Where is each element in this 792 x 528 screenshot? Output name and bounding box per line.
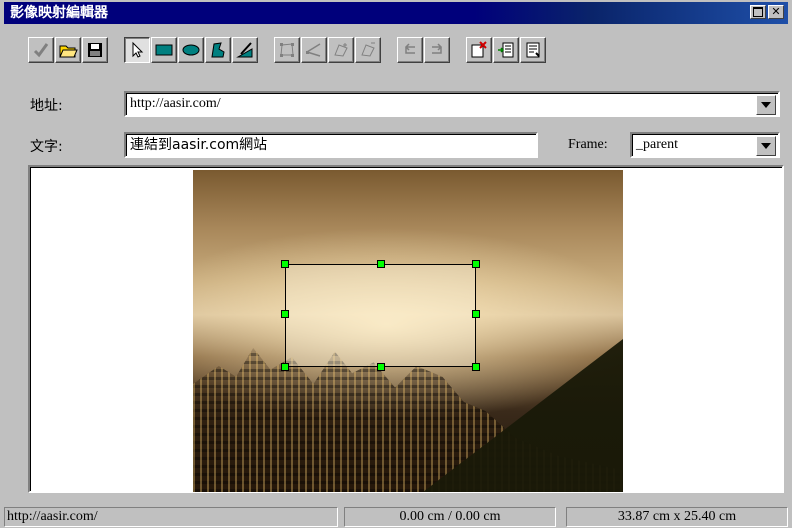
apply-button[interactable]	[28, 37, 54, 63]
window-title: 影像映射編輯器	[10, 5, 108, 21]
open-button[interactable]	[55, 37, 81, 63]
polygon-tool-button[interactable]	[205, 37, 231, 63]
add-point-button[interactable]	[301, 37, 327, 63]
maximize-icon	[753, 7, 763, 17]
delete-area-button[interactable]	[466, 37, 492, 63]
move-point-button[interactable]	[328, 37, 354, 63]
status-size-text: 33.87 cm x 25.40 cm	[617, 509, 737, 524]
chevron-down-icon	[761, 143, 771, 149]
resize-handle-s[interactable]	[377, 363, 385, 371]
close-button[interactable]: ✕	[768, 5, 784, 19]
status-url: http://aasir.com/	[4, 507, 338, 527]
resize-handle-se[interactable]	[472, 363, 480, 371]
close-icon: ✕	[771, 5, 781, 18]
delete-area-icon	[471, 41, 487, 58]
pointer-arrow-icon	[132, 41, 144, 58]
resize-handle-ne[interactable]	[472, 260, 480, 268]
polygon-tool-icon	[211, 42, 225, 58]
status-size: 33.87 cm x 25.40 cm	[566, 507, 788, 527]
move-point-icon	[334, 43, 348, 57]
draw-tool-button[interactable]	[232, 37, 258, 63]
ellipse-tool-icon	[182, 44, 200, 56]
rectangle-tool-button[interactable]	[151, 37, 177, 63]
frame-select[interactable]: _parent	[630, 132, 780, 158]
resize-handle-e[interactable]	[472, 310, 480, 318]
resize-handle-w[interactable]	[281, 310, 289, 318]
draw-tool-icon	[236, 42, 253, 58]
rectangle-tool-icon	[155, 44, 173, 56]
undo-button[interactable]	[397, 37, 423, 63]
pointer-tool-button[interactable]	[124, 37, 150, 63]
status-url-text: http://aasir.com/	[7, 509, 98, 524]
resize-handle-nw[interactable]	[281, 260, 289, 268]
add-point-icon	[306, 43, 321, 57]
status-position: 0.00 cm / 0.00 cm	[344, 507, 556, 527]
open-folder-icon	[59, 45, 78, 58]
ellipse-tool-button[interactable]	[178, 37, 204, 63]
select-points-button[interactable]	[274, 37, 300, 63]
address-label: 地址:	[30, 98, 63, 114]
status-position-text: 0.00 cm / 0.00 cm	[399, 509, 501, 524]
chevron-down-icon	[761, 102, 771, 108]
address-value: http://aasir.com/	[130, 96, 221, 111]
delete-point-button[interactable]	[355, 37, 381, 63]
delete-point-icon	[361, 42, 375, 57]
maximize-button[interactable]	[750, 5, 766, 19]
properties-button[interactable]	[493, 37, 519, 63]
frame-label: Frame:	[568, 137, 608, 152]
select-points-icon	[280, 43, 294, 57]
frame-dropdown-button[interactable]	[756, 136, 776, 156]
text-input[interactable]: 連結到aasir.com網站	[124, 132, 538, 158]
selected-hotspot-area[interactable]	[285, 264, 476, 367]
address-dropdown-button[interactable]	[756, 95, 776, 115]
settings-button[interactable]	[520, 37, 546, 63]
properties-icon	[498, 42, 514, 58]
frame-value: _parent	[636, 137, 678, 152]
image-canvas[interactable]	[28, 165, 784, 493]
redo-button[interactable]	[424, 37, 450, 63]
text-label: 文字:	[30, 139, 63, 155]
redo-icon	[432, 43, 443, 54]
address-combobox[interactable]: http://aasir.com/	[124, 91, 780, 117]
save-disk-icon	[88, 43, 102, 57]
undo-icon	[404, 43, 415, 54]
text-value: 連結到aasir.com網站	[130, 137, 268, 153]
settings-icon	[526, 42, 540, 58]
resize-handle-sw[interactable]	[281, 363, 289, 371]
checkmark-icon	[33, 43, 49, 58]
save-button[interactable]	[82, 37, 108, 63]
title-bar: 影像映射編輯器 ✕	[4, 2, 788, 24]
resize-handle-n[interactable]	[377, 260, 385, 268]
